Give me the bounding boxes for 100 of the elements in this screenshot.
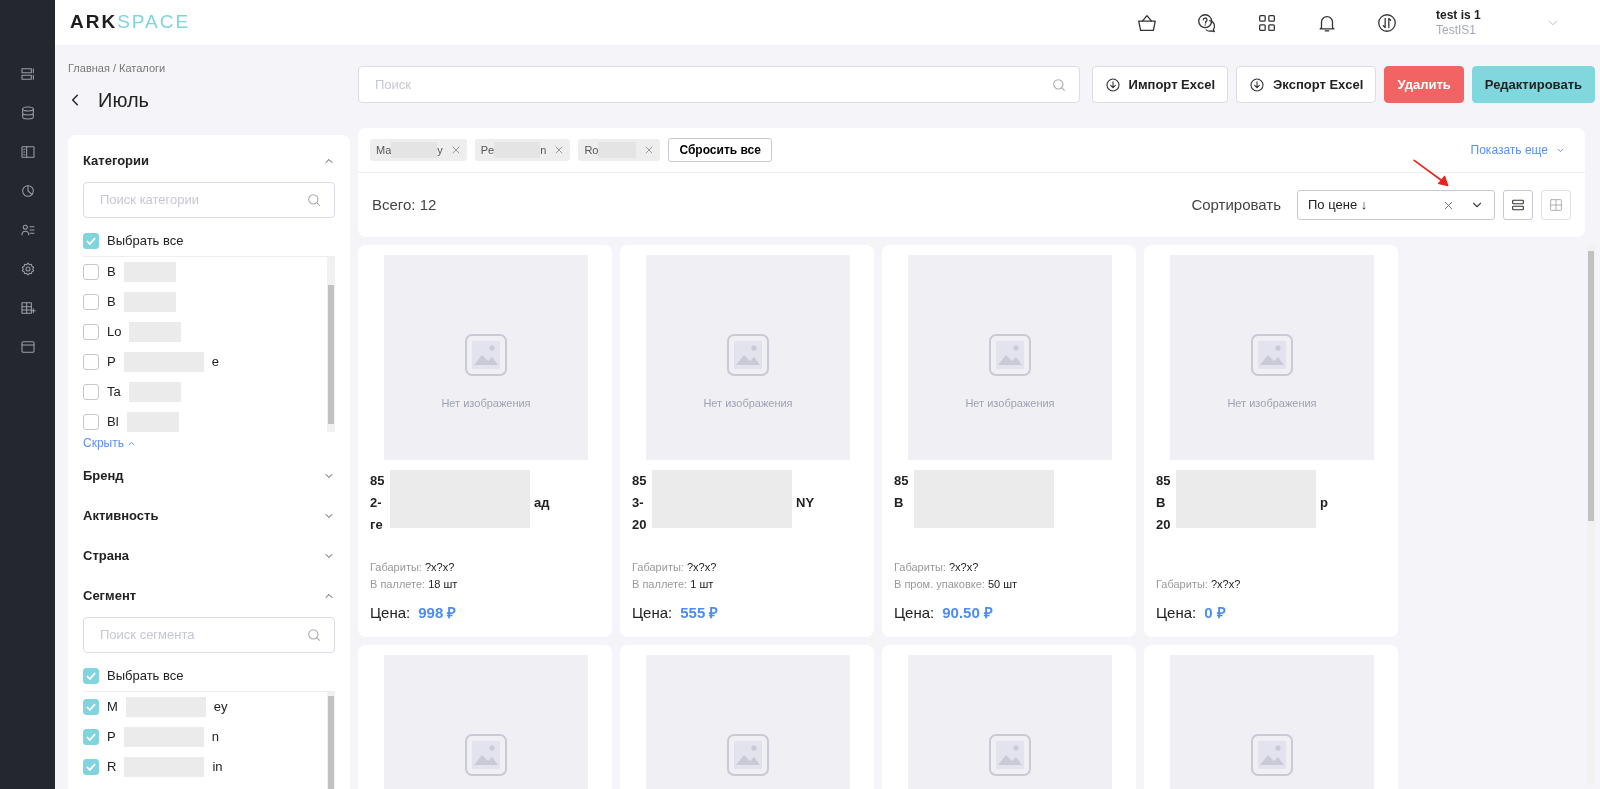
table-plus-icon[interactable] xyxy=(19,300,36,316)
help-chat-icon[interactable] xyxy=(1196,11,1218,34)
sync-icon[interactable] xyxy=(1376,11,1398,34)
filter-chip[interactable]: Ro xyxy=(578,139,661,161)
reset-button[interactable]: Сбросить все xyxy=(668,138,772,162)
search-icon xyxy=(306,626,322,643)
checkbox-label: Bl xyxy=(107,412,119,431)
checkbox[interactable] xyxy=(83,353,99,370)
product-card[interactable]: Нет изображения 85 3- NY 20 Габариты: ?x?x? В паллете: 1 шт Цена: 555 ₽ xyxy=(620,245,874,637)
card-title: 2- xyxy=(370,494,383,512)
total-count: Всего: 12 xyxy=(372,194,437,215)
price-value: 998 ₽ xyxy=(418,603,457,623)
product-detail: В паллете: 18 шт xyxy=(370,576,459,592)
checkbox-label: e xyxy=(211,352,219,371)
database-icon[interactable] xyxy=(19,105,36,121)
page-title: Июль xyxy=(98,87,150,113)
card-title: 85 xyxy=(894,472,910,490)
search-field[interactable]: Поиск сегмента xyxy=(83,616,335,653)
product-detail: Габариты: ?x?x? xyxy=(894,560,980,575)
product-detail: В пром. упаковке: 50 шт xyxy=(894,576,1019,592)
pie-chart-icon[interactable] xyxy=(19,183,36,199)
checkbox-label: in xyxy=(212,757,223,776)
close-icon[interactable] xyxy=(1443,199,1454,211)
no-image-text: Нет изображения xyxy=(1227,396,1317,412)
card-title: B xyxy=(894,494,905,512)
book-icon[interactable] xyxy=(19,144,36,160)
card-title: 3- xyxy=(632,494,645,512)
card-title: 85 xyxy=(370,472,386,490)
checkbox[interactable] xyxy=(83,323,99,340)
action-button[interactable]: Редактировать xyxy=(1471,66,1595,103)
logo[interactable]: ARKSPACE xyxy=(70,8,191,37)
price-label: Цена: xyxy=(1156,603,1197,623)
checkbox[interactable] xyxy=(83,667,99,684)
breadcrumb[interactable]: Главная / Каталоги xyxy=(68,60,350,77)
card-title: 85 xyxy=(632,472,648,490)
search-field[interactable]: Поиск xyxy=(358,66,1080,103)
card-title: р xyxy=(1320,495,1328,510)
price-label: Цена: xyxy=(632,603,673,623)
checkbox-label: P xyxy=(107,727,116,746)
product-card[interactable]: Нет изображения 85 B р 20 Габариты: ?x?x? Цена: 0 ₽ xyxy=(1144,245,1398,637)
search-icon xyxy=(306,191,322,208)
product-card[interactable]: Нет изображения 85 2- ад ге Габариты: ?x?x? В паллете: 18 шт Цена: 998 ₽ xyxy=(358,245,612,637)
checkbox-label: M xyxy=(107,697,118,716)
product-detail: Габариты: ?x?x? xyxy=(1156,576,1242,592)
checkbox[interactable] xyxy=(83,293,99,310)
no-image-text: Нет изображения xyxy=(441,396,531,412)
list-view-icon xyxy=(1510,197,1526,213)
window-icon[interactable] xyxy=(19,339,36,355)
section-title: Сегмент xyxy=(83,587,137,606)
product-detail: В паллете: 1 шт xyxy=(632,576,715,592)
annotation-arrow xyxy=(1411,158,1451,188)
rows-icon[interactable] xyxy=(19,66,36,82)
checkbox-label: Ta xyxy=(107,382,121,401)
close-icon[interactable] xyxy=(450,145,461,155)
grid-view-icon xyxy=(1548,197,1564,213)
image-icon xyxy=(462,731,510,779)
product-card[interactable]: Нет изображения 85 B Габариты: ?x?x? В пром. упаковке: 50 шт Цена: 90.50 ₽ xyxy=(882,245,1136,637)
section-title: Бренд xyxy=(83,467,124,486)
card-title: B xyxy=(1156,494,1167,512)
card-title: 20 xyxy=(632,516,648,534)
checkbox[interactable] xyxy=(83,383,99,400)
user-org: TestIS1 xyxy=(1436,22,1478,38)
users-icon[interactable] xyxy=(19,222,36,238)
checkbox-label: P xyxy=(107,352,116,371)
checkbox[interactable] xyxy=(83,413,99,430)
filter-chip[interactable]: Pe n xyxy=(474,139,571,161)
action-button[interactable]: Экспорт Excel xyxy=(1236,66,1377,103)
checkbox[interactable] xyxy=(83,758,99,775)
product-detail: Габариты: ?x?x? xyxy=(632,560,718,575)
checkbox-label: Lo xyxy=(107,322,122,341)
close-icon[interactable] xyxy=(554,145,565,155)
no-image-text: Нет изображения xyxy=(965,396,1055,412)
checkbox[interactable] xyxy=(83,232,99,249)
checkbox-label: B xyxy=(107,262,116,281)
card-title: ге xyxy=(370,516,384,534)
price-value: 555 ₽ xyxy=(680,603,719,623)
image-icon xyxy=(1248,731,1296,779)
checkbox[interactable] xyxy=(83,728,99,745)
checkbox[interactable] xyxy=(83,698,99,715)
image-icon xyxy=(724,731,772,779)
sort-select[interactable]: По цене ↓ xyxy=(1297,190,1495,220)
search-field[interactable]: Поиск категории xyxy=(83,181,335,218)
user-name: test is 1 xyxy=(1436,7,1482,23)
checkbox-label: Выбрать все xyxy=(107,666,184,685)
sort-label: Сортировать xyxy=(1191,194,1281,215)
list-view-button[interactable] xyxy=(1503,190,1533,220)
no-image-text: Нет изображения xyxy=(703,396,793,412)
product-detail: Габариты: ?x?x? xyxy=(370,560,456,575)
close-icon[interactable] xyxy=(644,145,655,155)
checkbox-label: R xyxy=(107,757,117,776)
grid-view-button[interactable] xyxy=(1541,190,1571,220)
filter-chip[interactable]: Ma y xyxy=(370,139,467,161)
card-title: NY xyxy=(796,495,815,510)
settings-icon[interactable] xyxy=(19,261,36,277)
action-button[interactable]: Импорт Excel xyxy=(1091,66,1229,103)
checkbox-label: n xyxy=(211,727,219,746)
checkbox[interactable] xyxy=(83,263,99,280)
price-value: 90.50 ₽ xyxy=(942,603,993,623)
section-title: Страна xyxy=(83,547,129,566)
section-title: Активность xyxy=(83,507,159,526)
